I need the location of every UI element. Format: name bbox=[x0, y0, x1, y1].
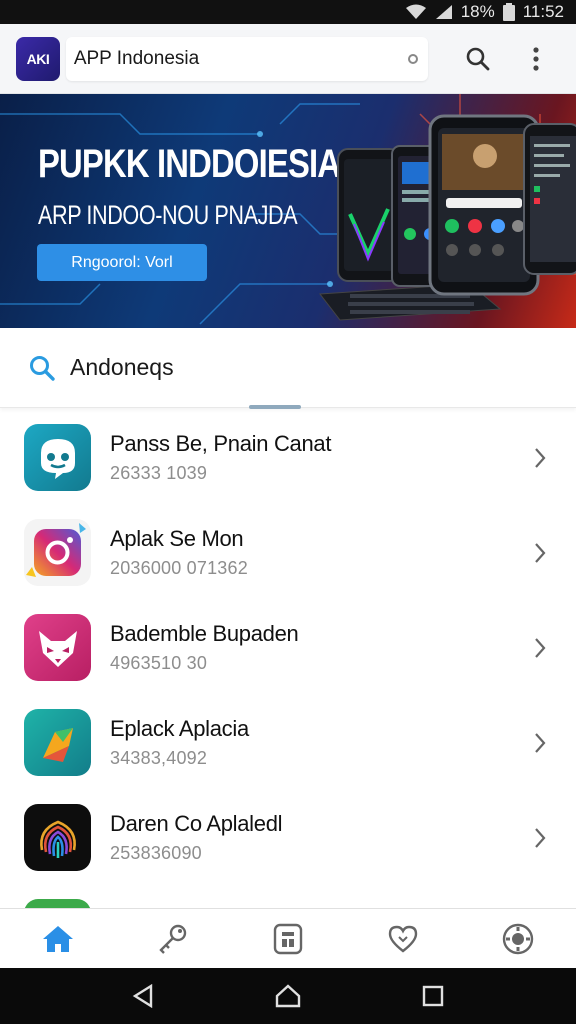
list-item[interactable]: Aplak Se Mon 2036000 071362 bbox=[0, 505, 576, 600]
nav-favorites[interactable] bbox=[375, 911, 431, 967]
search-input-value[interactable]: Andoneqs bbox=[70, 354, 174, 381]
list-item[interactable]: Panss Be, Pnain Canat 26333 1039 bbox=[0, 410, 576, 505]
nav-tools[interactable] bbox=[145, 911, 201, 967]
home-icon bbox=[42, 925, 73, 952]
key-icon bbox=[159, 924, 186, 954]
top-app-bar: AKI APP Indonesia bbox=[0, 24, 576, 94]
settings-icon bbox=[503, 923, 534, 954]
recents-button[interactable] bbox=[409, 972, 457, 1020]
signal-icon bbox=[435, 4, 453, 20]
list-item[interactable]: Bademble Bupaden 4963510 30 bbox=[0, 600, 576, 695]
nav-store[interactable] bbox=[260, 911, 316, 967]
chevron-right-icon[interactable] bbox=[520, 447, 560, 469]
search-bar[interactable]: Andoneqs bbox=[0, 328, 576, 408]
app-title-field[interactable]: APP Indonesia bbox=[65, 36, 429, 81]
app-code: 4963510 30 bbox=[110, 653, 208, 673]
battery-percent: 18% bbox=[460, 2, 495, 21]
chevron-right-icon[interactable] bbox=[520, 542, 560, 564]
nav-settings[interactable] bbox=[490, 911, 546, 967]
status-dot-icon bbox=[408, 53, 419, 64]
list-item[interactable]: Daren Co Aplaledl 253836090 bbox=[0, 790, 576, 885]
bottom-navigation bbox=[0, 908, 576, 968]
list-item-partial[interactable] bbox=[0, 885, 576, 908]
heart-icon bbox=[388, 925, 418, 953]
app-icon bbox=[24, 899, 91, 908]
paper-arrow-icon bbox=[24, 709, 91, 776]
search-button[interactable] bbox=[454, 35, 502, 83]
app-name: Eplack Aplacia bbox=[110, 716, 249, 741]
hero-subtitle: ARP INDOO-NOU PNAJDA bbox=[38, 200, 298, 230]
hero-title: PUPKK INDDOIESIA bbox=[38, 142, 341, 186]
nav-home[interactable] bbox=[30, 911, 86, 967]
hero-cta-button[interactable]: Rngoorol: Vorl bbox=[37, 244, 207, 281]
back-triangle-icon bbox=[132, 984, 152, 1008]
back-button[interactable] bbox=[119, 972, 167, 1020]
status-bar: 18% 11:52 bbox=[0, 0, 576, 24]
app-screen: 18% 11:52 AKI APP Indonesia PUPKK INDDOI… bbox=[0, 0, 576, 1024]
app-name: Bademble Bupaden bbox=[110, 621, 299, 646]
more-vert-icon bbox=[533, 46, 539, 71]
chevron-right-icon[interactable] bbox=[520, 732, 560, 754]
chevron-right-icon[interactable] bbox=[520, 827, 560, 849]
clock: 11:52 bbox=[522, 2, 564, 21]
wifi-icon bbox=[405, 4, 427, 20]
smartphones-illustration bbox=[319, 114, 576, 321]
app-code: 253836090 bbox=[110, 843, 202, 863]
system-navigation-bar bbox=[0, 968, 576, 1024]
home-button[interactable] bbox=[264, 972, 312, 1020]
app-list: Panss Be, Pnain Canat 26333 1039 Aplak S… bbox=[0, 410, 576, 908]
fingerprint-icon bbox=[24, 804, 91, 871]
app-name: Daren Co Aplaledl bbox=[110, 811, 283, 836]
home-outline-icon bbox=[275, 984, 301, 1008]
search-icon bbox=[466, 47, 490, 70]
square-icon bbox=[423, 985, 444, 1007]
app-logo[interactable]: AKI bbox=[16, 36, 60, 81]
app-code: 2036000 071362 bbox=[110, 558, 248, 578]
chevron-right-icon[interactable] bbox=[520, 637, 560, 659]
fox-mask-icon bbox=[24, 614, 91, 681]
more-options-button[interactable] bbox=[512, 35, 560, 83]
list-item[interactable]: Eplack Aplacia 34383,4092 bbox=[0, 695, 576, 790]
scroll-indicator bbox=[249, 405, 301, 409]
chat-bot-icon bbox=[24, 424, 91, 491]
app-code: 34383,4092 bbox=[110, 748, 208, 768]
app-name: Panss Be, Pnain Canat bbox=[110, 431, 332, 456]
app-logo-text: AKI bbox=[26, 50, 50, 67]
app-title: APP Indonesia bbox=[73, 47, 200, 69]
battery-icon bbox=[502, 3, 515, 21]
camera-icon bbox=[24, 519, 91, 586]
app-name: Aplak Se Mon bbox=[110, 526, 244, 551]
hero-banner[interactable]: PUPKK INDDOIESIA ARP INDOO-NOU PNAJDA Rn… bbox=[0, 94, 576, 328]
search-icon bbox=[30, 355, 55, 381]
store-icon bbox=[273, 923, 303, 954]
app-code: 26333 1039 bbox=[110, 463, 208, 483]
